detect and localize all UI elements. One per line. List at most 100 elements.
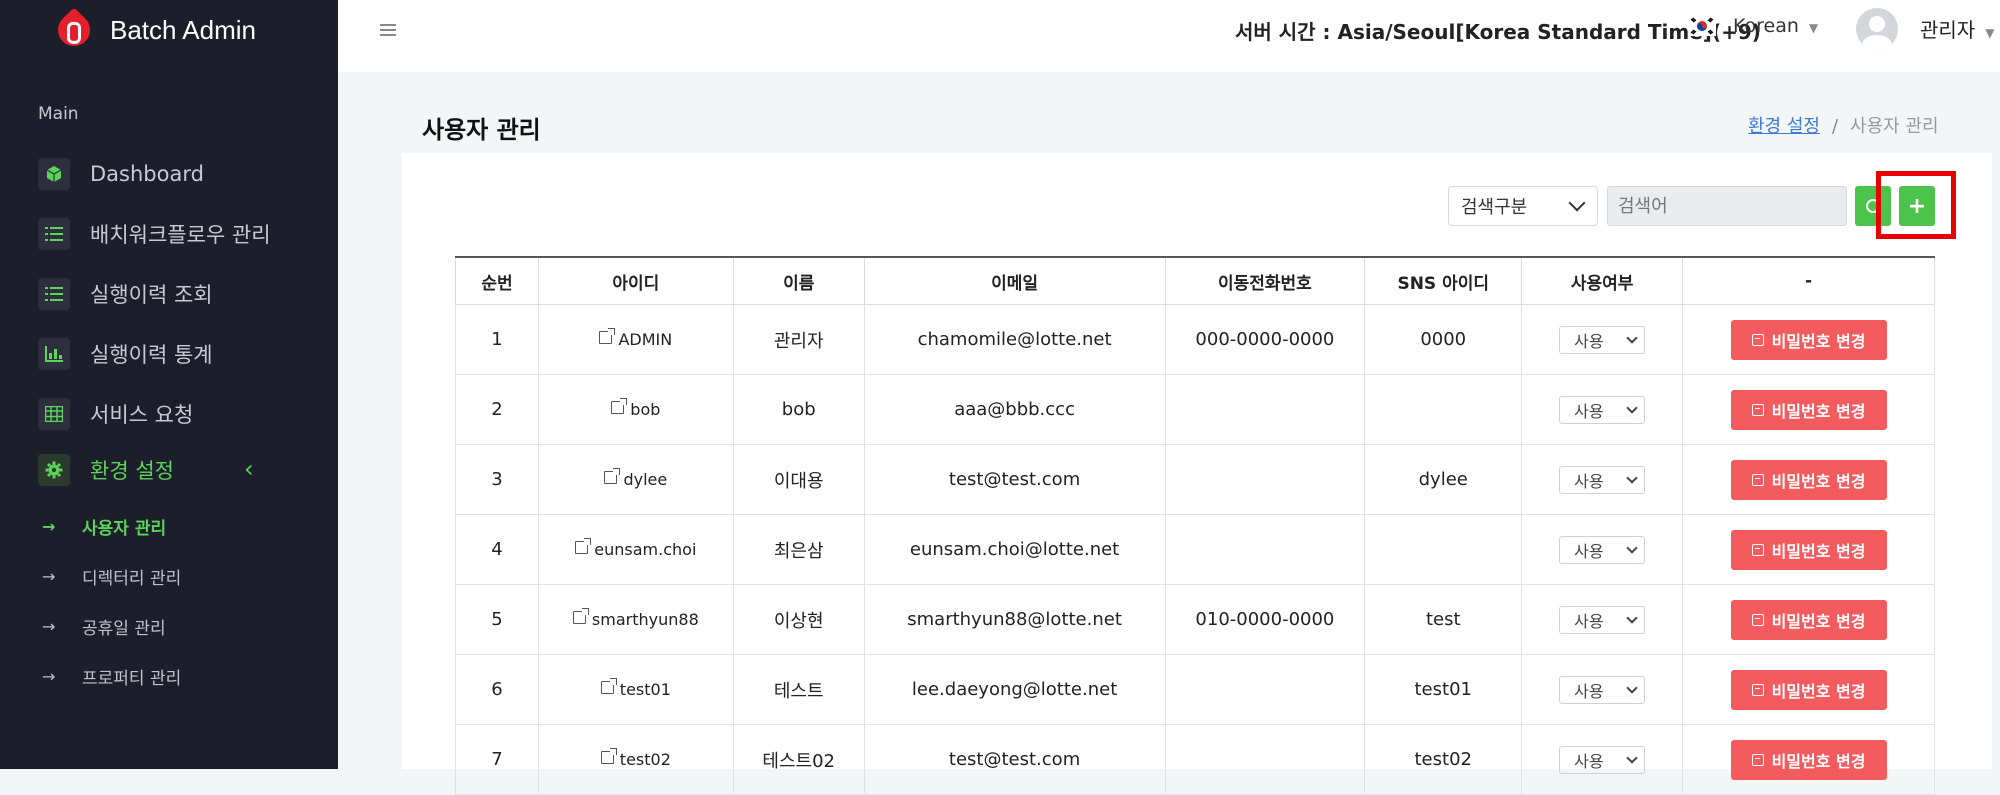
breadcrumb-link-settings[interactable]: 환경 설정	[1748, 116, 1820, 137]
user-email: test@test.com	[863, 724, 1166, 795]
search-input[interactable]	[1607, 186, 1847, 226]
user-sns-id: 0000	[1364, 304, 1523, 375]
user-menu[interactable]: 관리자 ▼	[1920, 14, 1994, 43]
external-link-icon	[611, 398, 628, 414]
change-password-button[interactable]: 비밀번호 변경	[1730, 529, 1887, 570]
row-number: 6	[455, 654, 539, 725]
save-icon	[1751, 403, 1764, 416]
sidebar-item-history-stats[interactable]: 실행이력 통계	[38, 334, 213, 374]
sidebar-item-label: Dashboard	[90, 162, 204, 186]
user-id: ADMIN	[618, 330, 673, 349]
save-icon	[1751, 473, 1764, 486]
use-select[interactable]: 사용	[1559, 675, 1646, 704]
hamburger-menu-icon[interactable]	[380, 24, 396, 36]
column-header[interactable]: 사용여부	[1521, 256, 1684, 305]
action-cell: 비밀번호 변경	[1682, 724, 1935, 795]
use-select[interactable]: 사용	[1559, 745, 1646, 774]
use-cell: 사용	[1521, 654, 1684, 725]
user-id-link[interactable]: bob	[537, 374, 734, 445]
avatar[interactable]	[1856, 8, 1898, 50]
arrow-right-icon: →	[42, 666, 56, 686]
sidebar-item-service-request[interactable]: 서비스 요청	[38, 394, 193, 434]
submenu-item-user-management[interactable]: → 사용자 관리	[42, 511, 166, 541]
sidebar-item-batch-workflow[interactable]: 배치워크플로우 관리	[38, 214, 271, 254]
brand[interactable]: Batch Admin	[51, 7, 256, 53]
user-id-link[interactable]: test01	[537, 654, 734, 725]
search-category-select[interactable]: 검색구분	[1448, 186, 1598, 226]
use-select[interactable]: 사용	[1559, 605, 1646, 634]
use-value: 사용	[1574, 681, 1604, 701]
language-selector[interactable]: Korean ▼	[1733, 15, 1818, 37]
column-header[interactable]: SNS 아이디	[1364, 256, 1523, 305]
chevron-left-icon[interactable]: ‹	[244, 455, 254, 483]
user-phone: 000-0000-0000	[1164, 304, 1366, 375]
user-id-link[interactable]: dylee	[537, 444, 734, 515]
user-id-link[interactable]: eunsam.choi	[537, 514, 734, 585]
chevron-down-icon	[1626, 401, 1638, 414]
sidebar-item-history-query[interactable]: 실행이력 조회	[38, 274, 213, 314]
change-password-label: 비밀번호 변경	[1771, 401, 1866, 421]
user-id: dylee	[623, 470, 668, 489]
user-email: lee.daeyong@lotte.net	[863, 654, 1166, 725]
sidebar-item-dashboard[interactable]: Dashboard	[38, 154, 204, 194]
change-password-button[interactable]: 비밀번호 변경	[1730, 389, 1887, 430]
row-number: 7	[455, 724, 539, 795]
submenu-item-label: 디렉터리 관리	[82, 568, 182, 589]
list-icon	[38, 218, 70, 250]
user-phone	[1164, 654, 1366, 725]
sidebar-item-label: 배치워크플로우 관리	[90, 223, 271, 247]
column-header[interactable]: 이름	[732, 256, 865, 305]
submenu-item-directory-management[interactable]: → 디렉터리 관리	[42, 561, 181, 591]
change-password-label: 비밀번호 변경	[1771, 611, 1866, 631]
user-phone	[1164, 444, 1366, 515]
use-select[interactable]: 사용	[1559, 395, 1646, 424]
user-name-cell: 테스트02	[732, 724, 865, 795]
use-value: 사용	[1574, 331, 1604, 351]
user-id-link[interactable]: test02	[537, 724, 734, 795]
breadcrumb-current: 사용자 관리	[1850, 116, 1939, 137]
column-header[interactable]: 이동전화번호	[1164, 256, 1366, 305]
submenu-item-property-management[interactable]: → 프로퍼티 관리	[42, 661, 181, 691]
user-sns-id: test02	[1364, 724, 1523, 795]
chevron-down-icon	[1568, 194, 1586, 212]
chevron-down-icon	[1626, 611, 1638, 624]
row-number: 1	[455, 304, 539, 375]
action-cell: 비밀번호 변경	[1682, 654, 1935, 725]
column-header[interactable]: 이메일	[863, 256, 1166, 305]
change-password-button[interactable]: 비밀번호 변경	[1730, 669, 1887, 710]
user-phone: 010-0000-0000	[1164, 584, 1366, 655]
language-label: Korean	[1733, 15, 1799, 37]
user-name-cell: 테스트	[732, 654, 865, 725]
external-link-icon	[600, 748, 617, 764]
users-table: 순번 아이디 이름 이메일 이동전화번호 SNS 아이디 사용여부 - 1 AD…	[455, 256, 1935, 795]
submenu-item-holiday-management[interactable]: → 공휴일 관리	[42, 611, 166, 641]
user-name-cell: 최은삼	[732, 514, 865, 585]
change-password-label: 비밀번호 변경	[1771, 751, 1866, 771]
change-password-button[interactable]: 비밀번호 변경	[1730, 739, 1887, 780]
user-id-link[interactable]: smarthyun88	[537, 584, 734, 655]
highlight-box	[1876, 171, 1956, 239]
use-select[interactable]: 사용	[1559, 465, 1646, 494]
user-sns-id: dylee	[1364, 444, 1523, 515]
use-select[interactable]: 사용	[1559, 535, 1646, 564]
sidebar-item-settings[interactable]: 환경 설정	[38, 450, 174, 490]
change-password-button[interactable]: 비밀번호 변경	[1730, 319, 1887, 360]
row-number: 2	[455, 374, 539, 445]
user-id-link[interactable]: ADMIN	[537, 304, 734, 375]
user-phone	[1164, 514, 1366, 585]
column-header[interactable]: 아이디	[537, 256, 734, 305]
save-icon	[1751, 683, 1764, 696]
chevron-down-icon	[1626, 331, 1638, 344]
column-header: -	[1682, 256, 1935, 305]
use-select[interactable]: 사용	[1559, 325, 1646, 354]
column-header[interactable]: 순번	[455, 256, 539, 305]
user-id: smarthyun88	[591, 610, 699, 629]
user-email: aaa@bbb.ccc	[863, 374, 1166, 445]
change-password-button[interactable]: 비밀번호 변경	[1730, 599, 1887, 640]
list-icon	[38, 278, 70, 310]
table-row: 7 test02 테스트02 test@test.com test02 사용 비…	[455, 724, 1935, 795]
caret-down-icon: ▼	[1808, 21, 1819, 35]
use-cell: 사용	[1521, 584, 1684, 655]
change-password-button[interactable]: 비밀번호 변경	[1730, 459, 1887, 500]
gear-icon	[38, 454, 70, 486]
